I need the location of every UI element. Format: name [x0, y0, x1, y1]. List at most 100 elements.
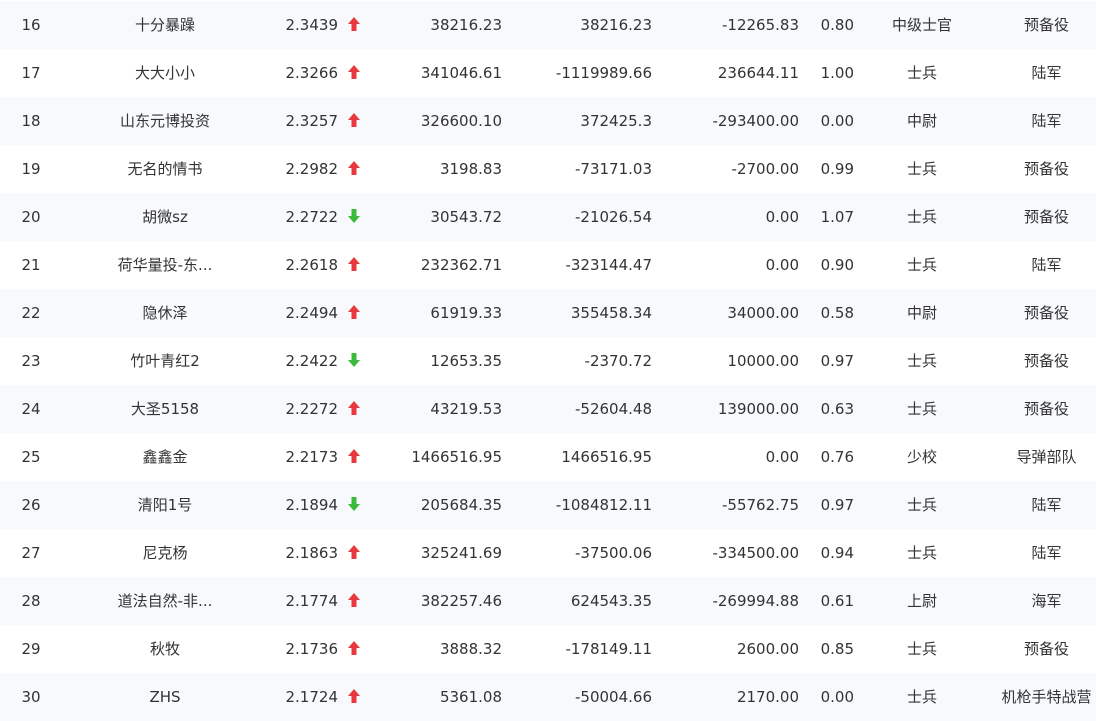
- branch-label: 预备役: [1023, 16, 1069, 34]
- table-row[interactable]: 23 竹叶青红2 2.2422 12653.35 -2370.72 10000.00 0.9…: [0, 337, 1096, 385]
- military-rank: 上尉: [906, 592, 937, 610]
- value-col-3: -293400.00: [712, 112, 799, 130]
- score-value: 2.2272: [285, 400, 339, 418]
- trader-name: 大大小小: [134, 64, 195, 82]
- value-col-1: 3888.32: [439, 640, 502, 658]
- table-row[interactable]: 28 道法自然-非... 2.1774 382257.46 624543.35 -2699…: [0, 577, 1096, 625]
- arrow-up-icon: [348, 112, 360, 127]
- value-col-2: -178149.11: [565, 640, 652, 658]
- value-col-3: 2170.00: [736, 688, 799, 706]
- arrow-down-icon: [348, 496, 360, 511]
- trader-name: 胡微sz: [142, 208, 188, 226]
- table-row[interactable]: 17 大大小小 2.3266 341046.61 -1119989.66 236644.1…: [0, 49, 1096, 97]
- military-rank: 士兵: [906, 688, 937, 706]
- military-rank: 中级士官: [891, 16, 952, 34]
- trend-cell: [344, 241, 364, 289]
- value-col-2: 372425.3: [580, 112, 652, 130]
- table-row[interactable]: 25 鑫鑫金 2.2173 1466516.95 1466516.95 0.00 0.76 少…: [0, 433, 1096, 481]
- trend-cell: [344, 1, 364, 49]
- value-col-3: 10000.00: [727, 352, 799, 370]
- trend-cell: [344, 337, 364, 385]
- ratio-value: 0.00: [820, 112, 854, 130]
- rank-cell: 21: [21, 256, 41, 274]
- branch-label: 导弹部队: [1016, 448, 1077, 466]
- value-col-2: -37500.06: [575, 544, 652, 562]
- arrow-down-icon: [348, 208, 360, 223]
- rank-cell: 30: [21, 688, 41, 706]
- score-value: 2.3266: [285, 64, 339, 82]
- military-rank: 中尉: [906, 112, 937, 130]
- value-col-1: 205684.35: [420, 496, 502, 514]
- trader-name: 十分暴躁: [134, 16, 195, 34]
- value-col-2: 1466516.95: [561, 448, 652, 466]
- trend-cell: [344, 625, 364, 673]
- value-col-1: 1466516.95: [411, 448, 502, 466]
- table-row[interactable]: 21 荷华量投-东... 2.2618 232362.71 -323144.47 0.00…: [0, 241, 1096, 289]
- table-row[interactable]: 29 秋牧 2.1736 3888.32 -178149.11 2600.00 0.85 士兵…: [0, 625, 1096, 673]
- ranking-table: 16 十分暴躁 2.3439 38216.23 38216.23 -12265.83 0.8…: [0, 0, 1096, 721]
- trend-cell: [344, 385, 364, 433]
- ratio-value: 0.00: [820, 688, 854, 706]
- value-col-1: 341046.61: [420, 64, 502, 82]
- score-value: 2.2982: [285, 160, 339, 178]
- value-col-2: -52604.48: [575, 400, 652, 418]
- ratio-value: 0.80: [820, 16, 854, 34]
- trader-name: 山东元博投资: [119, 112, 210, 130]
- value-col-2: -50004.66: [575, 688, 652, 706]
- trader-name: ZHS: [149, 688, 181, 706]
- table-row[interactable]: 18 山东元博投资 2.3257 326600.10 372425.3 -293400.0…: [0, 97, 1096, 145]
- military-rank: 士兵: [906, 352, 937, 370]
- value-col-3: 2600.00: [736, 640, 799, 658]
- value-col-3: -12265.83: [722, 16, 799, 34]
- value-col-3: 0.00: [765, 256, 799, 274]
- ratio-value: 0.94: [820, 544, 854, 562]
- trend-cell: [344, 145, 364, 193]
- score-value: 2.1724: [285, 688, 339, 706]
- military-rank: 中尉: [906, 304, 937, 322]
- value-col-3: -2700.00: [731, 160, 799, 178]
- branch-label: 机枪手特战营: [1001, 688, 1092, 706]
- table-row[interactable]: 27 尼克杨 2.1863 325241.69 -37500.06 -334500.00 0…: [0, 529, 1096, 577]
- trend-cell: [344, 193, 364, 241]
- branch-label: 陆军: [1031, 544, 1062, 562]
- arrow-up-icon: [348, 400, 360, 415]
- ratio-value: 0.76: [820, 448, 854, 466]
- military-rank: 士兵: [906, 256, 937, 274]
- ratio-value: 0.58: [820, 304, 854, 322]
- trend-cell: [344, 433, 364, 481]
- score-value: 2.3439: [285, 16, 339, 34]
- table-row[interactable]: 22 隐休泽 2.2494 61919.33 355458.34 34000.00 0.58…: [0, 289, 1096, 337]
- table-row[interactable]: 24 大圣5158 2.2272 43219.53 -52604.48 139000.00…: [0, 385, 1096, 433]
- branch-label: 陆军: [1031, 496, 1062, 514]
- table-row[interactable]: 20 胡微sz 2.2722 30543.72 -21026.54 0.00 1.07 士兵 预…: [0, 193, 1096, 241]
- table-row[interactable]: 26 清阳1号 2.1894 205684.35 -1084812.11 -55762.7…: [0, 481, 1096, 529]
- military-rank: 士兵: [906, 496, 937, 514]
- table-row[interactable]: 19 无名的情书 2.2982 3198.83 -73171.03 -2700.00 0.9…: [0, 145, 1096, 193]
- military-rank: 士兵: [906, 640, 937, 658]
- branch-label: 预备役: [1023, 352, 1069, 370]
- military-rank: 士兵: [906, 400, 937, 418]
- score-value: 2.2618: [285, 256, 339, 274]
- value-col-3: -55762.75: [722, 496, 799, 514]
- trend-cell: [344, 289, 364, 337]
- trader-name: 道法自然-非...: [117, 592, 213, 610]
- value-col-2: 624543.35: [570, 592, 652, 610]
- score-value: 2.1863: [285, 544, 339, 562]
- value-col-2: -2370.72: [584, 352, 652, 370]
- score-value: 2.2494: [285, 304, 339, 322]
- rank-cell: 18: [21, 112, 41, 130]
- value-col-1: 30543.72: [430, 208, 502, 226]
- ratio-value: 0.85: [820, 640, 854, 658]
- value-col-1: 38216.23: [430, 16, 502, 34]
- value-col-1: 43219.53: [430, 400, 502, 418]
- value-col-1: 325241.69: [420, 544, 502, 562]
- table-row[interactable]: 16 十分暴躁 2.3439 38216.23 38216.23 -12265.83 0.8…: [0, 1, 1096, 49]
- rank-cell: 28: [21, 592, 41, 610]
- trader-name: 尼克杨: [142, 544, 188, 562]
- value-col-2: 38216.23: [580, 16, 652, 34]
- rank-cell: 20: [21, 208, 41, 226]
- trend-cell: [344, 481, 364, 529]
- ratio-value: 0.97: [820, 352, 854, 370]
- value-col-2: 355458.34: [570, 304, 652, 322]
- table-row[interactable]: 30 ZHS 2.1724 5361.08 -50004.66 2170.00 0.00 士兵…: [0, 673, 1096, 721]
